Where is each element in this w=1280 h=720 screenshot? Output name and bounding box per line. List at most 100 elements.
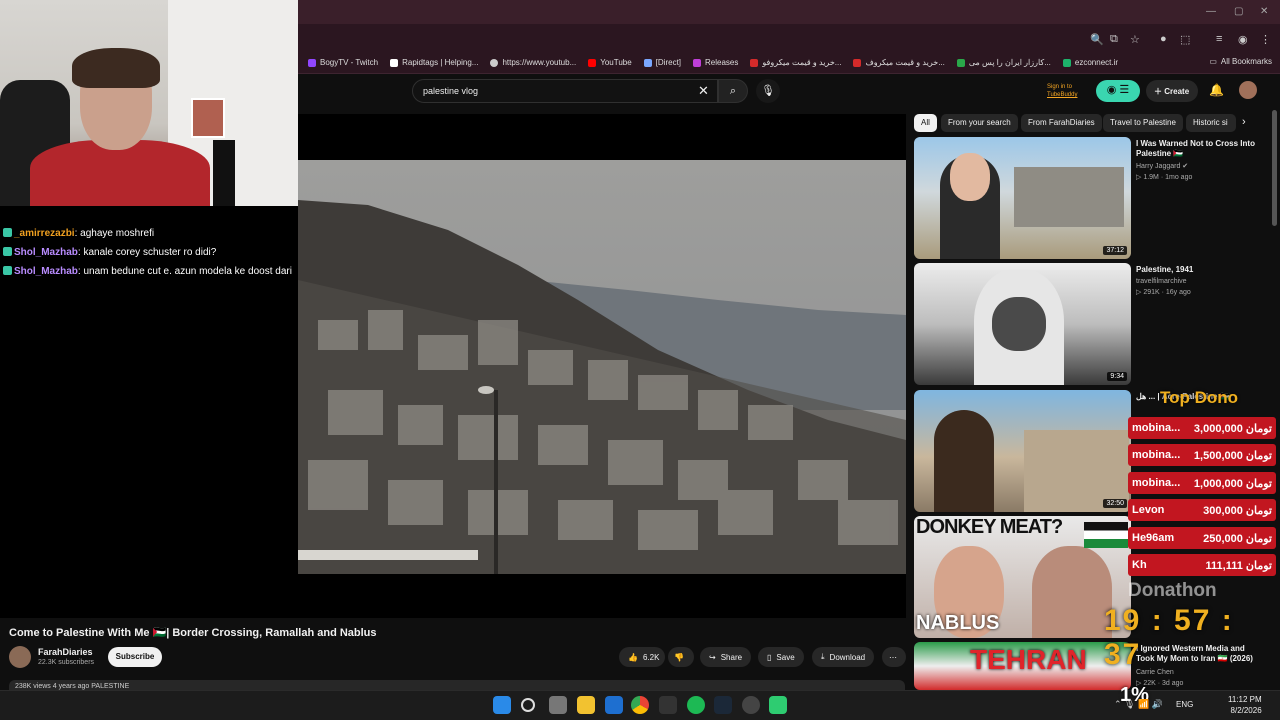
share-button[interactable]: ↪ Share [700,647,752,667]
chat-message: Shol_Mazhab: kanale corey schuster ro di… [0,243,298,262]
scrollbar[interactable] [1272,110,1277,226]
taskbar-clock[interactable]: 11:12 PM 8/2/2026 [1228,694,1262,716]
zoom-icon[interactable]: 🔍 [1090,33,1104,46]
tab-search-icon[interactable]: ≡ [1216,33,1222,45]
chat-message: Shol_Mazhab: unam bedune cut e. azun mod… [0,262,298,281]
top-donors-label: Top Dono [1160,388,1239,407]
system-tray-icons[interactable]: ⌃ 🎙 📶 🔊 [1114,699,1163,710]
bookmark-item[interactable]: خرید و قیمت میکروفو... [750,58,841,67]
donor-name: Levon [1132,504,1165,516]
rec-channel[interactable]: Harry Jaggard ✔ [1136,162,1188,172]
rec-thumbnail[interactable]: 37:12 [914,137,1131,259]
thumb-face [1032,546,1112,638]
bookmark-item[interactable]: Rapidtags | Helping... [390,58,478,67]
start-icon[interactable] [493,696,511,714]
chip-from-channel[interactable]: From FarahDiaries [1021,114,1102,132]
bookmark-label: Releases [705,58,739,67]
bookmark-item[interactable]: [Direct] [643,58,682,67]
chat-username: Shol_Mazhab [14,266,78,277]
chevron-right-icon[interactable]: › [1242,116,1246,128]
chip-historic[interactable]: Historic si [1186,114,1236,132]
chip-travel[interactable]: Travel to Palestine [1103,114,1183,132]
bookmark-icon [308,58,316,67]
close-window-icon[interactable]: ✕ [1260,6,1268,17]
tubebuddy-signin-link[interactable]: Sign in to TubeBuddy [1047,83,1077,99]
chip-from-search[interactable]: From your search [941,114,1018,132]
bookmarks-bar: BogyTV - Twitch Rapidtags | Helping... h… [298,52,1280,74]
signin-line: TubeBuddy [1047,92,1078,98]
app-icon[interactable] [742,696,760,714]
app-icon[interactable] [659,696,677,714]
donation-row: He96am تومان 250,000 [1128,527,1276,549]
donor-name: mobina... [1132,477,1181,489]
spotify-icon[interactable] [687,696,705,714]
video-duration: 9:34 [1107,372,1127,381]
dislike-button[interactable]: 👎 [668,647,694,667]
create-button[interactable]: ＋ Create [1146,80,1198,102]
minimize-icon[interactable]: — [1206,6,1216,17]
menu-icon[interactable]: ⋮ [1260,33,1271,46]
rec-thumbnail[interactable]: 9:34 [914,263,1131,385]
screen-cast-icon[interactable]: ⧉ [1110,33,1118,46]
app-icon[interactable] [769,696,787,714]
more-actions-button[interactable]: ⋯ [882,647,906,667]
share-icon: ↪ [709,652,716,662]
chrome-icon[interactable] [631,696,649,714]
donathon-timer: 19 : 57 : 37 [1104,604,1234,671]
clear-search-icon[interactable]: ✕ [698,83,709,99]
bookmark-item[interactable]: https://www.youtub... [490,58,576,67]
bookmark-label: Rapidtags | Helping... [402,58,479,67]
bookmark-star-icon[interactable]: ☆ [1130,33,1140,46]
video-frame[interactable] [298,160,906,574]
task-view-icon[interactable] [549,696,567,714]
donation-currency: تومان [1245,532,1272,545]
tubebuddy-button[interactable]: ◉ ☰ [1096,80,1140,102]
file-explorer-icon[interactable] [577,696,595,714]
extensions-icon[interactable]: ⬚ [1180,33,1190,46]
bookmark-item[interactable]: Releases [693,58,738,67]
profile-icon[interactable]: ◉ [1238,33,1248,46]
subscribe-button[interactable]: Subscribe [108,647,162,667]
bookmark-label: کارزار ایران را پس می... [968,58,1051,67]
maximize-icon[interactable]: ▢ [1234,6,1243,17]
rec-thumbnail[interactable]: DONKEY MEAT? NABLUS [914,516,1131,638]
rec-thumbnail[interactable]: 32:50 [914,390,1131,512]
download-button[interactable]: ⤓ Download [812,647,875,667]
donation-row: mobina... تومان 1,000,000 [1128,472,1276,494]
donation-row: Kh تومان 111,111 [1128,554,1276,576]
like-button[interactable]: 👍 6.2K [619,647,665,667]
voice-search-button[interactable]: 🎙 [756,79,780,103]
bookmark-item[interactable]: YouTube [588,58,632,67]
save-button[interactable]: ▯ Save [758,647,804,667]
notifications-bell-icon[interactable]: 🔔 [1209,83,1224,97]
bookmark-item[interactable]: کارزار ایران را پس می... [956,58,1051,67]
bookmark-icon [853,58,862,67]
rec-thumbnail[interactable]: TEHRAN [914,642,1131,690]
chip-all[interactable]: All [914,114,937,132]
bookmark-item[interactable]: ezconnect.ir [1062,58,1118,67]
bookmark-label: [Direct] [655,58,682,67]
search-icon[interactable] [521,698,535,712]
language-indicator[interactable]: ENG [1176,700,1193,709]
bookmark-item[interactable]: BogyTV - Twitch [308,58,378,67]
bookmark-item[interactable]: خرید و قیمت میکروف... [853,58,945,67]
tubebuddy-icon: ◉ ☰ [1106,84,1130,96]
channel-name[interactable]: FarahDiaries [38,647,93,657]
donation-amount: 250,000 [1203,532,1243,545]
app-icon[interactable] [605,696,623,714]
mic-icon: 🎙 [761,85,775,97]
share-label: Share [720,652,743,662]
account-avatar[interactable] [1239,81,1257,99]
rec-title[interactable]: I Was Warned Not to Cross Into Palestine… [1136,139,1264,159]
steam-icon[interactable] [714,696,732,714]
rec-title[interactable]: Palestine, 1941 [1136,265,1264,275]
channel-avatar[interactable] [9,646,31,668]
folder-icon: ▭ [1209,57,1217,66]
extension-badge-icon[interactable]: ● [1160,33,1167,45]
donor-name: mobina... [1132,422,1181,434]
all-bookmarks-button[interactable]: ▭ All Bookmarks [1209,57,1272,66]
search-button[interactable]: ⌕ [718,79,748,103]
search-input[interactable]: palestine vlog [412,79,718,103]
rec-channel[interactable]: travelfilmarchive [1136,277,1187,287]
donor-name: Kh [1132,559,1147,571]
